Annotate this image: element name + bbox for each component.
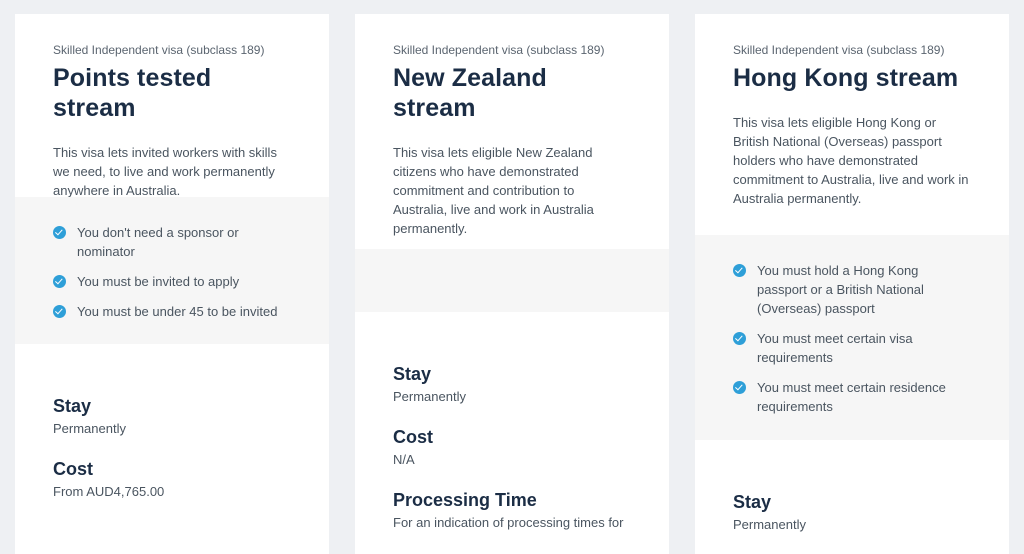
visa-facts: Stay Permanently Cost From AUD4,765.00 (53, 395, 291, 521)
stay-label: Stay (53, 396, 92, 416)
requirement-item: You must be invited to apply (53, 272, 291, 291)
requirement-text: You don't need a sponsor or nominator (77, 225, 239, 259)
requirements-panel (355, 249, 669, 312)
stay-label: Stay (393, 364, 432, 384)
check-circle-icon (733, 332, 746, 345)
processing-time-label: Processing Time (393, 490, 537, 510)
visa-card-points-tested: Skilled Independent visa (subclass 189) … (15, 14, 329, 554)
stay-value: Permanently (53, 421, 126, 436)
requirement-text: You must be under 45 to be invited (77, 304, 278, 319)
card-eyebrow: Skilled Independent visa (subclass 189) (53, 43, 265, 57)
requirement-item: You must meet certain residence requirem… (733, 378, 971, 416)
card-eyebrow: Skilled Independent visa (subclass 189) (733, 43, 945, 57)
check-circle-icon (53, 226, 66, 239)
processing-time-value: For an indication of processing times fo… (393, 515, 624, 530)
card-description: This visa lets eligible New Zealand citi… (393, 145, 594, 236)
requirements-panel: You must hold a Hong Kong passport or a … (695, 235, 1009, 440)
requirement-item: You don't need a sponsor or nominator (53, 223, 291, 261)
cost-label: Cost (53, 459, 93, 479)
cost-value: From AUD4,765.00 (53, 484, 165, 499)
requirements-panel: You don't need a sponsor or nominator Yo… (15, 197, 329, 344)
requirements-list: You don't need a sponsor or nominator Yo… (53, 223, 291, 321)
requirement-item: You must meet certain visa requirements (733, 329, 971, 367)
requirement-item: You must be under 45 to be invited (53, 302, 291, 321)
check-circle-icon (53, 275, 66, 288)
requirement-item: You must hold a Hong Kong passport or a … (733, 261, 971, 318)
card-header: Skilled Independent visa (subclass 189) … (15, 14, 329, 200)
card-eyebrow: Skilled Independent visa (subclass 189) (393, 43, 605, 57)
card-title[interactable]: Points tested stream (53, 63, 291, 123)
requirement-text: You must hold a Hong Kong passport or a … (757, 263, 924, 316)
check-circle-icon (53, 305, 66, 318)
cost-value: N/A (393, 452, 415, 467)
card-title[interactable]: New Zealand stream (393, 63, 631, 123)
requirement-text: You must meet certain residence requirem… (757, 380, 946, 414)
stay-value: Permanently (393, 389, 466, 404)
visa-card-hong-kong: Skilled Independent visa (subclass 189) … (695, 14, 1009, 554)
check-circle-icon (733, 381, 746, 394)
check-circle-icon (733, 264, 746, 277)
card-header: Skilled Independent visa (subclass 189) … (695, 14, 1009, 208)
visa-facts: Stay Permanently Cost N/A Processing Tim… (393, 363, 631, 552)
requirements-list: You must hold a Hong Kong passport or a … (733, 261, 971, 416)
card-title[interactable]: Hong Kong stream (733, 63, 971, 93)
requirement-text: You must be invited to apply (77, 274, 240, 289)
visa-facts: Stay Permanently (733, 491, 971, 554)
card-header: Skilled Independent visa (subclass 189) … (355, 14, 669, 238)
stay-label: Stay (733, 492, 772, 512)
requirement-text: You must meet certain visa requirements (757, 331, 913, 365)
card-description: This visa lets eligible Hong Kong or Bri… (733, 115, 969, 206)
visa-card-new-zealand: Skilled Independent visa (subclass 189) … (355, 14, 669, 554)
cost-label: Cost (393, 427, 433, 447)
card-description: This visa lets invited workers with skil… (53, 145, 277, 198)
